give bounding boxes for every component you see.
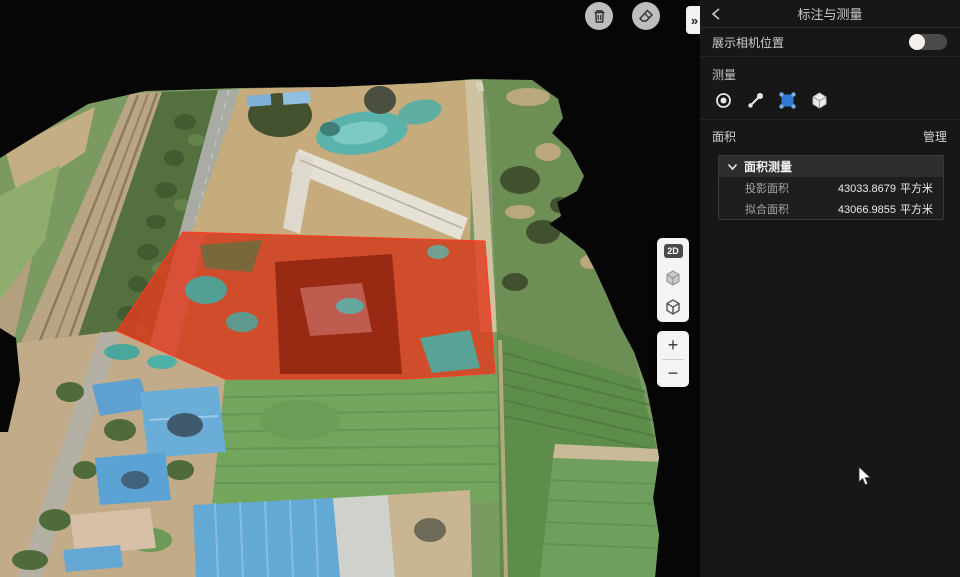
cube-light-icon: [664, 269, 682, 287]
view-cube-button-1[interactable]: [664, 269, 682, 287]
area-measurement-card: 面积测量 投影面积 43033.8679平方米 拟合面积 43066.9855平…: [718, 155, 944, 220]
point-tool-icon: [714, 91, 733, 110]
measure-row-fitted: 拟合面积 43066.9855平方米: [719, 198, 943, 219]
manage-button[interactable]: 管理: [923, 128, 947, 145]
tool-volume-button[interactable]: [810, 91, 829, 110]
area-tool-icon: [778, 91, 797, 110]
distance-tool-icon: [746, 91, 765, 110]
annotation-measure-panel: 标注与测量 展示相机位置 测量: [700, 0, 960, 577]
zoom-out-button[interactable]: −: [657, 360, 689, 388]
map-viewport[interactable]: [0, 0, 700, 577]
collapse-chevrons: »: [691, 13, 698, 28]
camera-position-toggle[interactable]: [909, 34, 947, 50]
area-measurement-title: 面积测量: [744, 158, 792, 175]
camera-position-row: 展示相机位置: [700, 28, 960, 57]
eraser-button[interactable]: [632, 2, 660, 30]
back-button[interactable]: [700, 7, 728, 21]
tool-area-button-selected[interactable]: [778, 91, 797, 110]
eraser-icon: [638, 8, 654, 24]
fitted-area-label: 拟合面积: [745, 201, 789, 217]
tool-distance-button[interactable]: [746, 91, 765, 110]
map-toolbar: [585, 2, 660, 30]
area-section-label: 面积: [712, 128, 736, 145]
panel-title: 标注与测量: [700, 4, 960, 23]
camera-position-label: 展示相机位置: [712, 34, 784, 51]
view-mode-controls: 2D: [657, 238, 689, 322]
tool-point-button[interactable]: [714, 91, 733, 110]
mode-2d-button[interactable]: 2D: [664, 244, 683, 258]
delete-annotation-button[interactable]: [585, 2, 613, 30]
projected-area-value: 43033.8679平方米: [838, 180, 933, 196]
cube-dark-icon: [664, 298, 682, 316]
volume-tool-icon: [810, 91, 829, 110]
app-root: » 2D + − 标注与测量: [0, 0, 960, 577]
chevron-down-icon: [727, 163, 738, 171]
area-section-header: 面积 管理: [700, 120, 960, 151]
area-measurement-card-header[interactable]: 面积测量: [719, 156, 943, 177]
view-cube-button-2[interactable]: [664, 298, 682, 316]
orthomosaic-scene: [0, 0, 700, 577]
measure-section-label: 测量: [700, 57, 960, 83]
panel-header: 标注与测量: [700, 0, 960, 28]
zoom-controls: + −: [657, 331, 689, 387]
measure-row-projected: 投影面积 43033.8679平方米: [719, 177, 943, 198]
back-chevron-icon: [710, 7, 722, 21]
trash-icon: [592, 8, 607, 24]
toggle-knob: [909, 34, 925, 50]
projected-area-label: 投影面积: [745, 180, 789, 196]
zoom-in-button[interactable]: +: [657, 331, 689, 359]
measure-tools: [700, 83, 960, 120]
fitted-area-value: 43066.9855平方米: [838, 201, 933, 217]
